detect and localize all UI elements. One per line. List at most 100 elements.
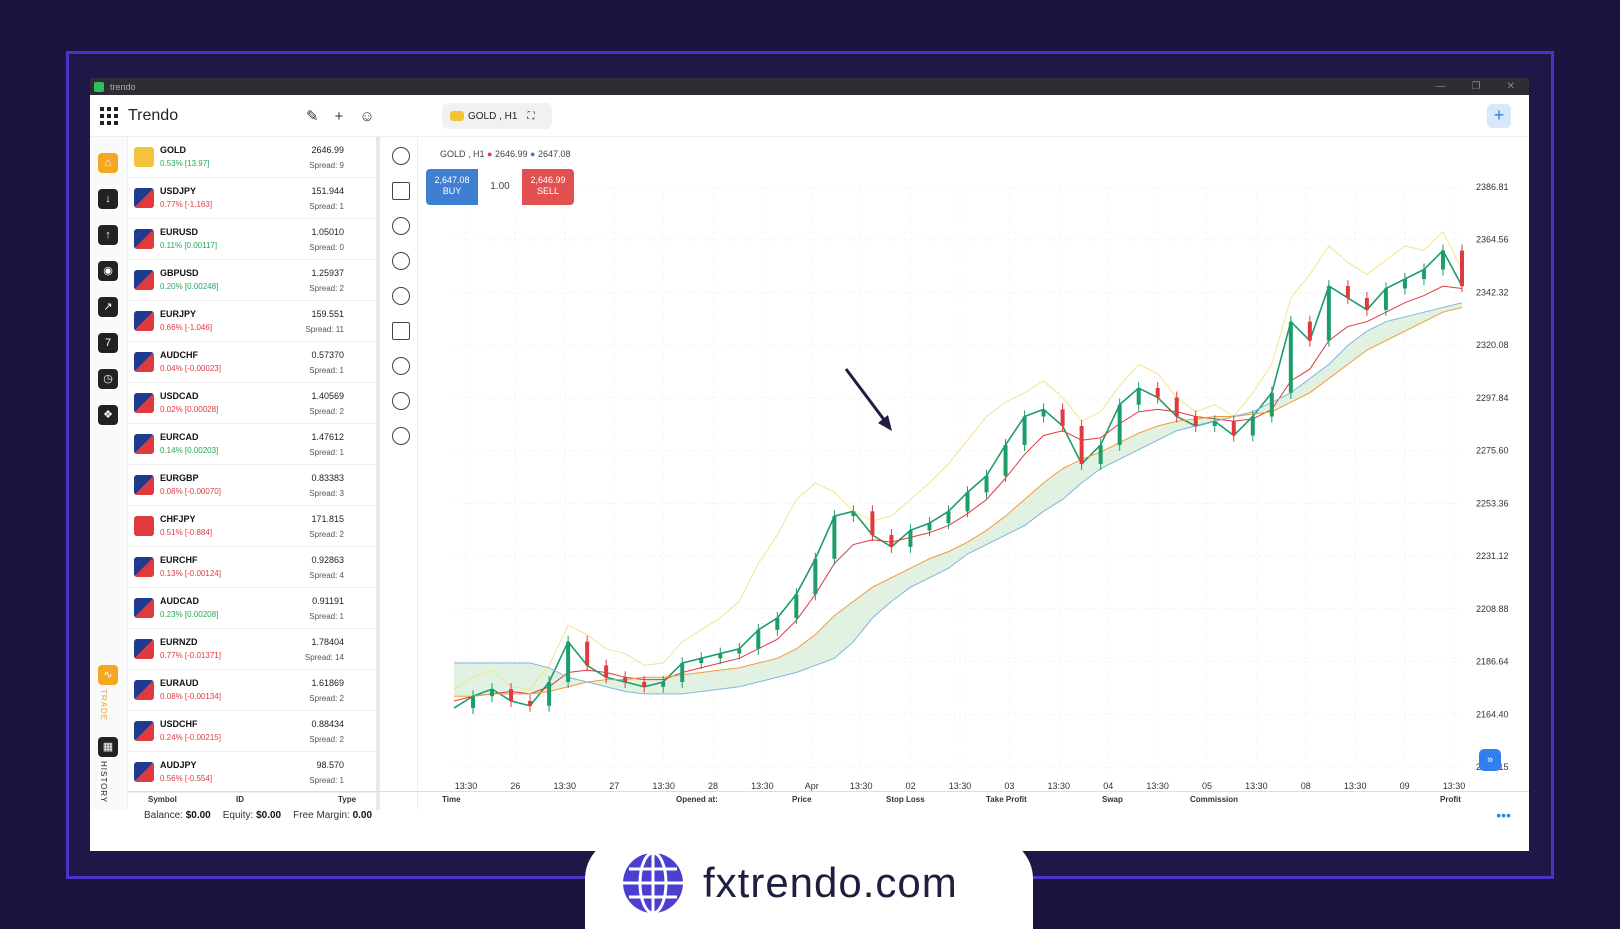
watchlist-row[interactable]: EURJPY 0.66% [-1.046] 159.551 Spread: 11 <box>128 301 376 342</box>
y-tick-label: 2320.08 <box>1476 340 1509 350</box>
x-tick-label: 08 <box>1301 781 1311 791</box>
watchlist-symbol: AUDCAD <box>160 596 199 606</box>
candle-body <box>623 677 628 683</box>
home-icon[interactable]: ⌂ <box>98 153 118 173</box>
crosshair-icon[interactable] <box>392 252 410 270</box>
more-options-icon[interactable]: ••• <box>1496 807 1511 823</box>
flag-icon <box>134 680 154 700</box>
candle-body <box>1364 297 1369 310</box>
watchlist-row[interactable]: EURCAD 0.14% [0.00203] 1.47612 Spread: 1 <box>128 424 376 465</box>
plus-icon[interactable]: + <box>335 108 344 125</box>
x-tick-label: 28 <box>708 781 718 791</box>
pie-icon[interactable] <box>392 217 410 235</box>
apps-grid-icon[interactable] <box>100 106 118 125</box>
watchlist-row[interactable]: EURGBP 0.08% [-0.00070] 0.83383 Spread: 3 <box>128 465 376 506</box>
add-indicator-icon[interactable] <box>392 287 410 305</box>
price-chart[interactable]: 2386.81 2364.56 2342.32 2320.08 2297.84 2275.… <box>418 137 1529 797</box>
add-chart-button[interactable]: + <box>1487 104 1511 128</box>
watchlist-row[interactable]: AUDCHF 0.04% [-0.00023] 0.57370 Spread: 1 <box>128 342 376 383</box>
gift-icon[interactable]: ❖ <box>98 405 118 425</box>
watchlist-change: 0.23% [0.00208] <box>160 610 219 619</box>
watchlist-price: 171.815 <box>311 514 344 524</box>
column-header[interactable]: Commission <box>1190 795 1238 804</box>
calendar-seven-icon[interactable]: 7 <box>98 333 118 353</box>
watchlist-price: 1.05010 <box>311 227 344 237</box>
settings-gear-icon[interactable] <box>392 427 410 445</box>
y-tick-label: 2342.32 <box>1476 287 1509 297</box>
column-header[interactable]: Stop Loss <box>886 795 925 804</box>
symbol-tab[interactable]: GOLD , H1 ⛶ <box>442 103 552 129</box>
watchlist-row[interactable]: EURNZD 0.77% [-0.01371] 1.78404 Spread: 14 <box>128 629 376 670</box>
copy-icon[interactable] <box>392 322 410 340</box>
watchlist-symbol: EURGBP <box>160 473 199 483</box>
column-header[interactable]: Profit <box>1440 795 1461 804</box>
watchlist-row[interactable]: AUDJPY 0.56% [-0.554] 98.570 Spread: 1 <box>128 752 376 793</box>
chart-tools <box>384 137 418 810</box>
free-margin-value: 0.00 <box>352 809 373 821</box>
withdraw-icon[interactable]: ↑ <box>98 225 118 245</box>
scroll-to-latest-icon[interactable]: » <box>1479 749 1501 771</box>
column-header[interactable]: ID <box>236 795 244 804</box>
column-header[interactable]: Price <box>792 795 812 804</box>
line-tool-icon[interactable] <box>392 182 410 200</box>
watchlist-row[interactable]: CHFJPY 0.51% [-0.884] 171.815 Spread: 2 <box>128 506 376 547</box>
watchlist-change: 0.02% [0.00028] <box>160 405 219 414</box>
minimize-button[interactable]: — <box>1436 81 1446 92</box>
maximize-button[interactable]: ❐ <box>1472 81 1481 92</box>
column-header[interactable]: Take Profit <box>986 795 1027 804</box>
watchlist-symbol: GOLD <box>160 145 186 155</box>
watchlist-symbol: EURNZD <box>160 637 198 647</box>
watchlist-row[interactable]: USDCAD 0.02% [0.00028] 1.40569 Spread: 2 <box>128 383 376 424</box>
equity-value: $0.00 <box>256 809 282 821</box>
globe-icon <box>623 851 683 915</box>
watchlist-change: 0.04% [-0.00023] <box>160 364 221 373</box>
buy-button[interactable]: 2,647.08 BUY <box>426 169 478 205</box>
zoom-in-icon[interactable] <box>392 357 410 375</box>
sell-button[interactable]: 2,646.99 SELL <box>522 169 574 205</box>
watchlist-row[interactable]: USDJPY 0.77% [-1.163] 151.944 Spread: 1 <box>128 178 376 219</box>
candle-body <box>1117 404 1122 445</box>
history-icon[interactable]: ▦ <box>98 737 118 757</box>
signal-icon[interactable]: ◉ <box>98 261 118 281</box>
close-button[interactable]: ✕ <box>1507 81 1515 92</box>
candle-body <box>927 523 932 531</box>
pencil-icon[interactable]: ✎ <box>306 107 319 125</box>
column-header[interactable]: Type <box>338 795 356 804</box>
y-tick-label: 2386.81 <box>1476 182 1509 192</box>
watchlist-change: 0.14% [0.00203] <box>160 446 219 455</box>
candle-body <box>1136 388 1141 405</box>
y-tick-label: 2164.40 <box>1476 709 1509 719</box>
trade-icon[interactable]: ∿ <box>98 665 118 685</box>
flag-icon <box>134 352 154 372</box>
quick-trade: 2,647.08 BUY 1.00 2,646.99 SELL <box>426 169 574 205</box>
watchlist-row[interactable]: EURCHF 0.13% [-0.00124] 0.92863 Spread: 4 <box>128 547 376 588</box>
column-header[interactable]: Time <box>442 795 461 804</box>
analytics-icon[interactable]: ↗ <box>98 297 118 317</box>
column-header[interactable]: Symbol <box>148 795 177 804</box>
account-summary: Balance: $0.00 Equity: $0.00 Free Margin… <box>128 806 1529 824</box>
x-tick-label: 13:30 <box>1048 781 1071 791</box>
watchlist-row[interactable]: AUDCAD 0.23% [0.00208] 0.91191 Spread: 1 <box>128 588 376 629</box>
watchlist-row[interactable]: GOLD 0.53% [13.97] 2646.99 Spread: 9 <box>128 137 376 178</box>
quantity-field[interactable]: 1.00 <box>478 169 522 205</box>
fullscreen-icon[interactable]: ⛶ <box>527 111 534 122</box>
watchlist-row[interactable]: EURUSD 0.11% [0.00117] 1.05010 Spread: 0 <box>128 219 376 260</box>
watchlist-row[interactable]: USDCHF 0.24% [-0.00215] 0.88434 Spread: 2 <box>128 711 376 752</box>
history-clock-icon[interactable]: ◷ <box>98 369 118 389</box>
chart-area[interactable]: 2386.81 2364.56 2342.32 2320.08 2297.84 2275.… <box>418 137 1529 797</box>
history-label[interactable]: HISTORY <box>99 761 108 803</box>
clock-icon[interactable] <box>392 147 410 165</box>
candle-body <box>1383 288 1388 310</box>
trade-label[interactable]: TRADE <box>99 689 108 721</box>
column-header[interactable]: Swap <box>1102 795 1123 804</box>
candle-body <box>813 558 818 595</box>
watchlist-row[interactable]: EURAUD 0.08% [-0.00134] 1.61869 Spread: 2 <box>128 670 376 711</box>
column-header[interactable]: Opened at: <box>676 795 718 804</box>
zoom-out-icon[interactable] <box>392 392 410 410</box>
chat-icon[interactable]: ☺ <box>359 108 374 125</box>
watchlist-price: 0.88434 <box>311 719 344 729</box>
watchlist-row[interactable]: GBPUSD 0.20% [0.00248] 1.25937 Spread: 2 <box>128 260 376 301</box>
candle-body <box>851 511 856 517</box>
deposit-icon[interactable]: ↓ <box>98 189 118 209</box>
candle-body <box>1212 421 1217 426</box>
